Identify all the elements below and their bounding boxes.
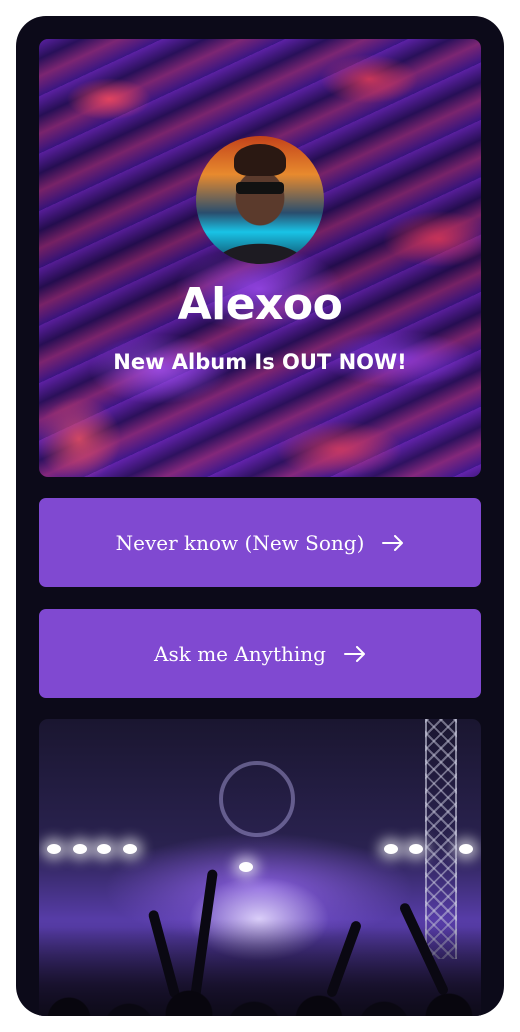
stage-logo <box>219 761 295 837</box>
arrow-right-icon <box>343 645 366 662</box>
profile-tagline: New Album Is OUT NOW! <box>113 350 407 374</box>
profile-name: Alexoo <box>177 279 343 330</box>
stage-lights <box>39 844 481 884</box>
concert-image <box>39 719 481 1016</box>
avatar-hair <box>234 144 286 176</box>
arrow-right-icon <box>382 534 404 551</box>
profile-card: Alexoo New Album Is OUT NOW! Never know … <box>16 16 504 1016</box>
link-button-label: Never know (New Song) <box>115 530 365 555</box>
link-button-label: Ask me Anything <box>154 641 326 666</box>
link-button-new-song[interactable]: Never know (New Song) <box>39 498 481 587</box>
link-button-ask-me-anything[interactable]: Ask me Anything <box>39 609 481 698</box>
avatar-sunglasses <box>236 182 284 194</box>
avatar <box>196 136 324 264</box>
hero-banner: Alexoo New Album Is OUT NOW! <box>39 39 481 477</box>
crowd <box>39 919 481 1016</box>
